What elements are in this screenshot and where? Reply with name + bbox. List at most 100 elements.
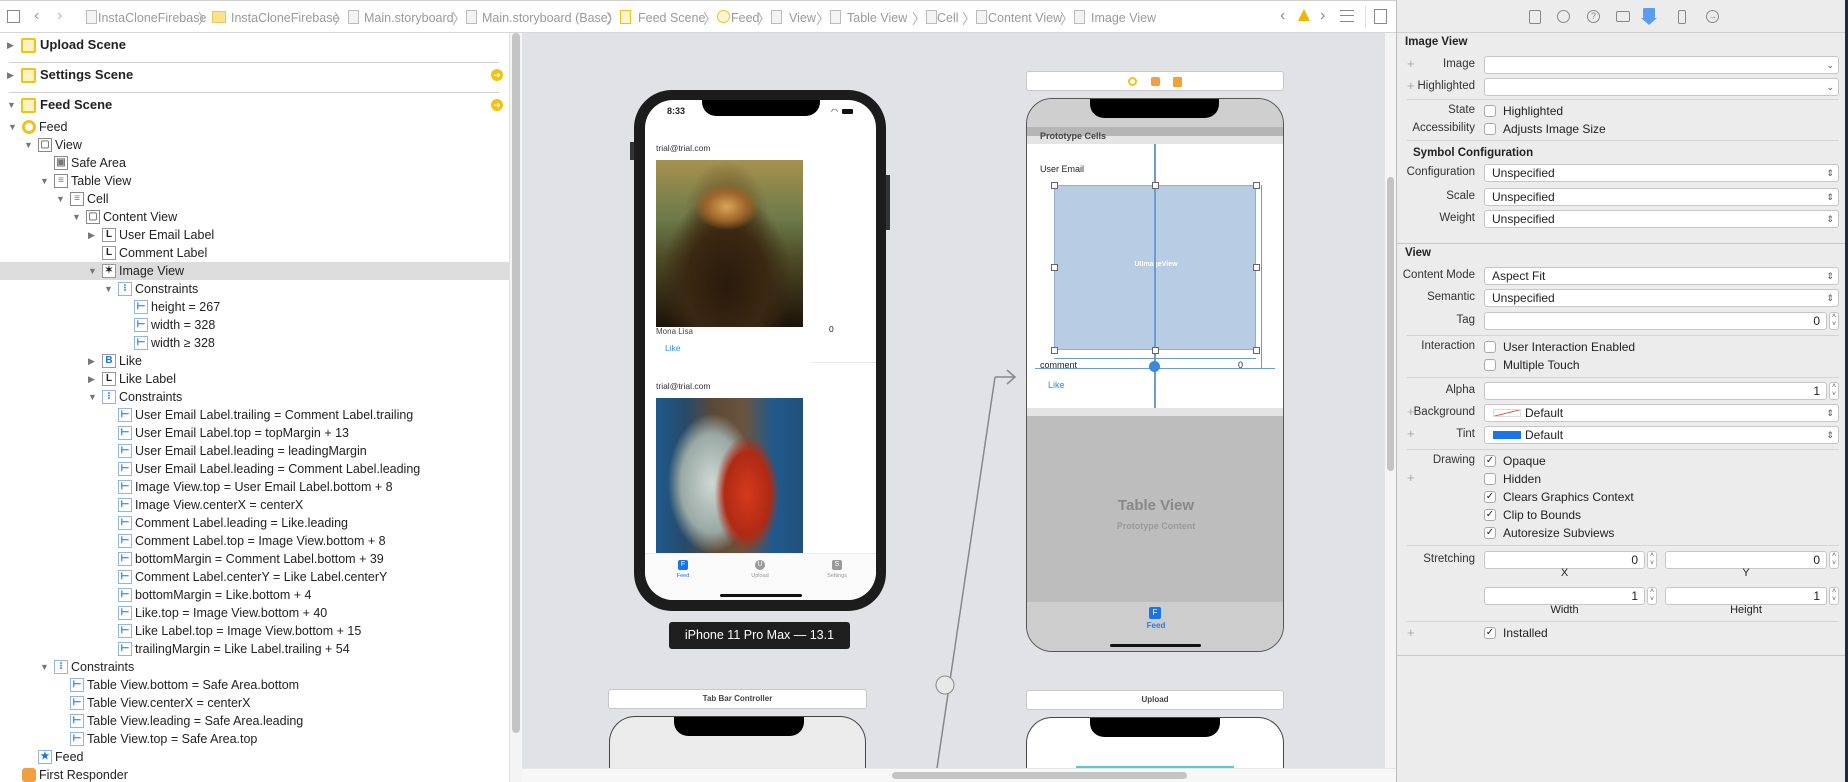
outline-scene[interactable]: ▶ Upload Scene	[0, 36, 509, 54]
identity-inspector-icon[interactable]	[1616, 11, 1630, 22]
outline-item[interactable]: ▼ ≡ Table View	[0, 172, 509, 190]
device-label[interactable]: iPhone 11 Pro Max — 13.1	[669, 622, 850, 649]
disclosure-open-icon[interactable]: ▼	[40, 172, 50, 190]
outline-item[interactable]: ⊢ Comment Label.top = Image View.bottom …	[0, 532, 509, 550]
canvas-horizontal-scrollbar-thumb[interactable]	[892, 772, 1187, 779]
view-controller-icon[interactable]	[1128, 77, 1137, 86]
resize-handle[interactable]	[1253, 182, 1260, 189]
document-items-icon[interactable]	[1340, 10, 1354, 22]
tag-field[interactable]: 0	[1484, 312, 1827, 330]
outline-item[interactable]: ⊢ User Email Label.leading = Comment Lab…	[0, 460, 509, 478]
comment-label[interactable]: comment	[1040, 360, 1077, 370]
disclosure-closed-icon[interactable]: ▶	[7, 66, 17, 84]
tab-bar-controller-dock[interactable]: Tab Bar Controller	[608, 689, 867, 709]
tab-upload[interactable]: Upload	[735, 573, 785, 579]
disclosure-open-icon[interactable]: ▼	[56, 190, 66, 208]
user-email-label[interactable]: User Email	[1040, 164, 1084, 174]
breadcrumb-item[interactable]: Cell	[937, 11, 959, 25]
attributes-inspector-icon[interactable]	[1641, 8, 1657, 25]
outline-item[interactable]: ⊢ bottomMargin = Comment Label.bottom + …	[0, 550, 509, 568]
add-variation-icon[interactable]: +	[1407, 56, 1415, 71]
outline-item[interactable]: ▼ ⁝ Constraints	[0, 280, 509, 298]
autoresize-subviews-checkbox[interactable]: ✓	[1484, 527, 1496, 539]
add-variation-icon[interactable]: +	[1407, 470, 1415, 485]
outline-item[interactable]: ▼ Feed	[0, 118, 509, 136]
highlighted-image-combo[interactable]: ⌄	[1484, 78, 1839, 96]
outline-item[interactable]: ⊢ Table View.centerX = centerX	[0, 694, 509, 712]
outline-item[interactable]: ⊢ trailingMargin = Like Label.trailing +…	[0, 640, 509, 658]
tag-stepper[interactable]: ˄ ˅	[1829, 312, 1839, 330]
clip-to-bounds-checkbox[interactable]: ✓	[1484, 509, 1496, 521]
stretching-width-stepper[interactable]: ˄ ˅	[1647, 587, 1657, 605]
add-variation-icon[interactable]: +	[1407, 78, 1415, 93]
tab-settings-icon[interactable]: S	[832, 560, 842, 570]
outline-item[interactable]: ⊢ Comment Label.centerY = Like Label.cen…	[0, 568, 509, 586]
file-inspector-icon[interactable]	[1529, 10, 1541, 24]
chevron-down-icon[interactable]: ⌄	[1826, 79, 1834, 95]
outline-item[interactable]: ⊢ Table View.bottom = Safe Area.bottom	[0, 676, 509, 694]
outline-item[interactable]: ▶ L Like Label	[0, 370, 509, 388]
outline-item[interactable]: ⊢ User Email Label.trailing = Comment La…	[0, 406, 509, 424]
outline-item[interactable]: ▼ ≡ Cell	[0, 190, 509, 208]
segue-link-icon[interactable]	[935, 675, 955, 695]
outline-item[interactable]: ★ Feed	[0, 748, 509, 766]
outline-item[interactable]: ⊢ bottomMargin = Like.bottom + 4	[0, 586, 509, 604]
canvas-vertical-scrollbar[interactable]	[1385, 33, 1396, 768]
outline-item[interactable]: ▼ ✶ Image View	[0, 262, 509, 280]
resize-handle[interactable]	[1253, 347, 1260, 354]
tab-upload-icon[interactable]: U	[755, 560, 765, 570]
background-popup[interactable]: Default ⇕	[1484, 404, 1839, 422]
disclosure-closed-icon[interactable]: ▶	[7, 36, 17, 54]
disclosure-closed-icon[interactable]: ▶	[88, 352, 98, 370]
previous-issue-icon[interactable]: ‹	[1280, 7, 1285, 25]
canvas-vertical-scrollbar-thumb[interactable]	[1387, 177, 1394, 471]
add-variation-icon[interactable]: +	[1407, 426, 1415, 441]
resize-handle[interactable]	[1051, 347, 1058, 354]
stretching-y-stepper[interactable]: ˄ ˅	[1829, 551, 1839, 569]
image-combo[interactable]: ⌄	[1484, 56, 1839, 74]
go-to-arrow-icon[interactable]: ➜	[491, 99, 503, 111]
tab-settings[interactable]: Settings	[812, 573, 862, 579]
breadcrumb-item[interactable]: Main.storyboard	[364, 11, 454, 25]
go-to-arrow-icon[interactable]: ➜	[491, 69, 503, 81]
next-issue-icon[interactable]: ›	[1320, 7, 1325, 25]
outline-item[interactable]: ⊢ width ≥ 328	[0, 334, 509, 352]
configuration-popup[interactable]: Unspecified ⇕	[1484, 164, 1839, 182]
stretching-height-stepper[interactable]: ˄ ˅	[1829, 587, 1839, 605]
stretching-x-stepper[interactable]: ˄ ˅	[1647, 551, 1657, 569]
stretching-width-field[interactable]: 1	[1484, 587, 1645, 605]
outline-item[interactable]: L Comment Label	[0, 244, 509, 262]
prototype-cell[interactable]: User Email UIImageView comment 0 Like	[1027, 144, 1283, 408]
clears-graphics-context-checkbox[interactable]: ✓	[1484, 491, 1496, 503]
outline-item[interactable]: ▼ ⁝ Constraints	[0, 658, 509, 676]
state-highlighted-checkbox[interactable]	[1484, 105, 1496, 117]
outline-scrollbar[interactable]	[509, 33, 522, 782]
relationship-segue[interactable]	[920, 360, 1030, 768]
warning-triangle-icon[interactable]	[1298, 9, 1310, 21]
storyboard-canvas[interactable]: 8:33 ◠ trial@trial.com Mona Lisa 0 Like …	[522, 33, 1396, 782]
tab-feed-icon[interactable]: F	[678, 560, 688, 570]
outline-item[interactable]: ▶ B Like	[0, 352, 509, 370]
stretching-height-field[interactable]: 1	[1665, 587, 1827, 605]
outline-item[interactable]: ⊢ Table View.top = Safe Area.top	[0, 730, 509, 748]
size-inspector-icon[interactable]	[1678, 10, 1686, 24]
outline-item[interactable]: ⊢ Image View.top = User Email Label.bott…	[0, 478, 509, 496]
first-responder-icon[interactable]	[1151, 77, 1160, 86]
disclosure-open-icon[interactable]: ▼	[104, 280, 114, 298]
opaque-checkbox[interactable]: ✓	[1484, 455, 1496, 467]
disclosure-open-icon[interactable]: ▼	[8, 118, 18, 136]
tint-popup[interactable]: Default ⇕	[1484, 426, 1839, 444]
resize-handle[interactable]	[1152, 182, 1159, 189]
breadcrumb-item[interactable]: Main.storyboard (Base)	[482, 11, 612, 25]
segue-line[interactable]	[936, 376, 996, 768]
resize-handle[interactable]	[1152, 347, 1159, 354]
breadcrumb-item[interactable]: Feed Scene	[638, 11, 705, 25]
chevron-down-icon[interactable]: ⌄	[1826, 57, 1834, 73]
installed-checkbox[interactable]: ✓	[1484, 627, 1496, 639]
forward-chevron-icon[interactable]: ›	[57, 7, 62, 25]
content-mode-popup[interactable]: Aspect Fit ⇕	[1484, 267, 1839, 285]
disclosure-closed-icon[interactable]: ▶	[88, 226, 98, 244]
outline-item[interactable]: ⊢ width = 328	[0, 316, 509, 334]
hidden-checkbox[interactable]	[1484, 473, 1496, 485]
alpha-stepper[interactable]: ˄ ˅	[1829, 382, 1839, 400]
